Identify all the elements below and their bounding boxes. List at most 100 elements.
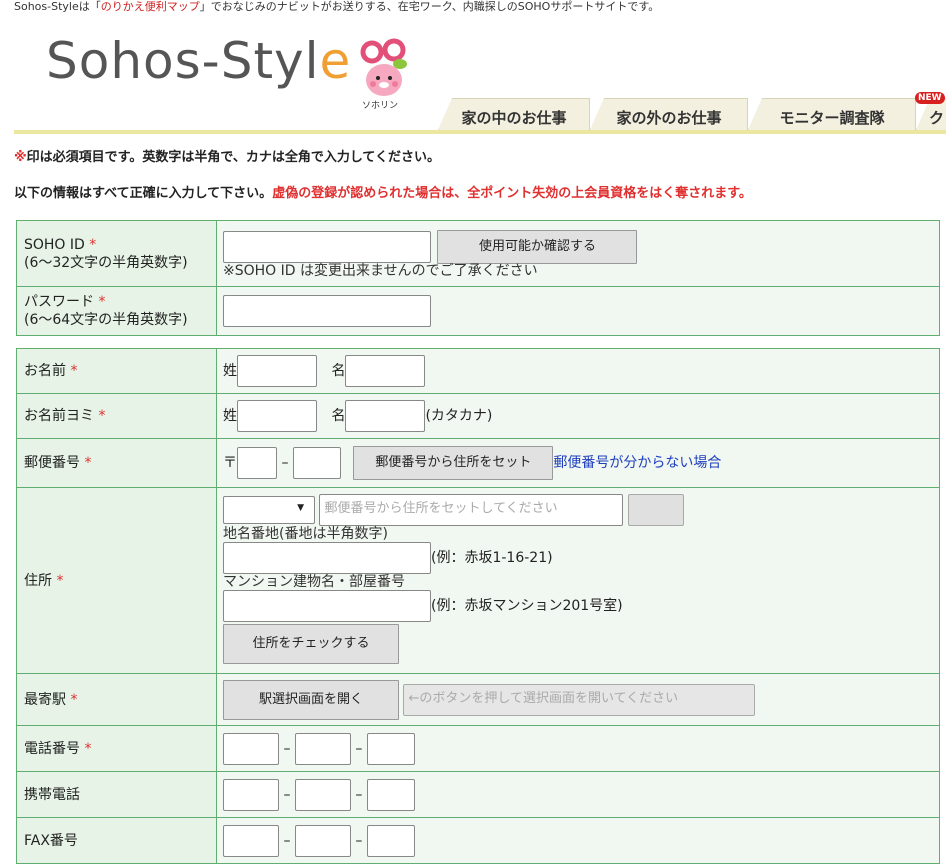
field-label: お名前ヨミ	[24, 408, 94, 424]
name-kana-label: お名前ヨミ *	[16, 393, 217, 439]
fax-label: FAX番号	[16, 817, 217, 864]
new-badge: NEW	[915, 92, 945, 104]
required-star: *	[98, 294, 106, 310]
password-cell	[216, 286, 940, 336]
name-kana-cell: 姓 名 (カタカナ)	[216, 393, 940, 439]
phone-label: 電話番号 *	[16, 725, 217, 772]
fax-part3-input[interactable]	[366, 824, 415, 857]
field-label: お名前	[24, 363, 66, 379]
phone-cell: – –	[216, 725, 940, 772]
postal-label: 郵便番号 *	[16, 438, 217, 488]
dash: –	[281, 455, 289, 471]
postal-code-first-input[interactable]	[237, 447, 277, 479]
warning-text: 虚偽の登録が認められた場合は、全ポイント失効の上会員資格をはく奪されます。	[272, 186, 752, 201]
mei-label: 名	[331, 408, 346, 424]
required-star: *	[56, 572, 64, 589]
station-field: ←のボタンを押して選択画面を開いてください	[403, 683, 756, 716]
first-name-input[interactable]	[345, 355, 426, 387]
dash: –	[283, 832, 291, 849]
field-hint: (6～64文字の半角英数字)	[24, 312, 188, 328]
postal-cell: 〒 – 郵便番号から住所をセット 郵便番号が分からない場合	[216, 438, 940, 488]
required-mark: ※	[14, 150, 27, 165]
first-name-kana-input[interactable]	[345, 400, 426, 432]
address-autofill-field: 郵便番号から住所をセットしてください	[319, 494, 624, 526]
chevron-down-icon: ▼	[297, 503, 304, 513]
postal-code-second-input[interactable]	[292, 447, 341, 479]
station-placeholder: ←のボタンを押して選択画面を開いてください	[408, 690, 679, 706]
fax-part2-input[interactable]	[294, 824, 351, 857]
city-select[interactable]	[627, 494, 684, 526]
norikae-map-link[interactable]: のりかえ便利マップ	[101, 0, 200, 13]
mobile-label: 携帯電話	[16, 771, 217, 818]
soho-id-row: SOHO ID * (6～32文字の半角英数字) 使用可能か確認する ※SOHO…	[16, 220, 940, 287]
phone-part2-input[interactable]	[294, 732, 351, 765]
prefecture-select[interactable]: ▼	[223, 496, 315, 524]
dash: –	[355, 740, 363, 757]
phone-part3-input[interactable]	[366, 732, 415, 765]
tab-outside-work[interactable]: 家の外のお仕事	[590, 98, 748, 130]
field-label: パスワード	[24, 294, 94, 310]
field-label: 電話番号	[24, 740, 80, 757]
field-label: 住所	[24, 572, 52, 589]
mei-label: 名	[331, 363, 346, 379]
site-logo[interactable]: Sohos-Style	[46, 36, 351, 86]
soho-id-label: SOHO ID * (6～32文字の半角英数字)	[16, 220, 217, 287]
password-input[interactable]	[223, 295, 431, 327]
postal-unknown-link[interactable]: 郵便番号が分からない場合	[553, 455, 721, 471]
last-name-kana-input[interactable]	[237, 400, 317, 432]
tagline-text: Sohos-Styleは「	[14, 0, 101, 13]
station-label: 最寄駅 *	[16, 673, 217, 726]
check-availability-button[interactable]: 使用可能か確認する	[437, 229, 638, 264]
fax-part1-input[interactable]	[223, 824, 279, 857]
required-star: *	[84, 740, 92, 757]
mobile-part2-input[interactable]	[294, 778, 351, 811]
tab-monitor-survey[interactable]: モニター調査隊	[748, 98, 916, 130]
phone-part1-input[interactable]	[223, 732, 279, 765]
postal-row: 郵便番号 * 〒 – 郵便番号から住所をセット 郵便番号が分からない場合	[16, 438, 940, 488]
postal-mark: 〒	[223, 455, 237, 471]
accuracy-note: 以下の情報はすべて正確に入力して下さい。虚偽の登録が認められた場合は、全ポイント…	[14, 182, 752, 201]
building-label: マンション建物名・部屋番号	[223, 574, 405, 590]
account-table: SOHO ID * (6～32文字の半角英数字) 使用可能か確認する ※SOHO…	[16, 220, 940, 336]
building-example: (例：赤坂マンション201号室)	[431, 598, 623, 614]
mobile-part3-input[interactable]	[366, 778, 415, 811]
katakana-hint: (カタカナ)	[425, 408, 493, 424]
set-address-from-postal-button[interactable]: 郵便番号から住所をセット	[353, 446, 554, 480]
required-star: *	[84, 455, 92, 471]
profile-table: お名前 * 姓 名 お名前ヨミ * 姓 名 (カタカナ) 郵便番号 * 〒 – 郵…	[16, 348, 940, 864]
name-row: お名前 * 姓 名	[16, 348, 940, 394]
dash: –	[283, 786, 291, 803]
address-placeholder: 郵便番号から住所をセットしてください	[324, 501, 558, 516]
street-input[interactable]	[223, 542, 431, 574]
required-star: *	[70, 691, 78, 708]
street-example: (例：赤坂1-16-21)	[431, 550, 553, 566]
field-hint: (6～32文字の半角英数字)	[24, 254, 188, 271]
dash: –	[355, 832, 363, 849]
logo-text: Sohos-Styl	[46, 32, 320, 90]
nav-underline	[14, 130, 946, 134]
tab-home-work[interactable]: 家の中のお仕事	[438, 98, 590, 130]
required-star: *	[89, 236, 97, 253]
street-label: 地名番地(番地は半角数字)	[223, 526, 388, 542]
main-nav: 家の中のお仕事 家の外のお仕事 モニター調査隊 ク	[430, 98, 946, 130]
soho-id-input[interactable]	[223, 230, 431, 263]
check-address-button[interactable]: 住所をチェックする	[223, 624, 399, 664]
address-label: 住所 *	[16, 487, 217, 674]
name-cell: 姓 名	[216, 348, 940, 394]
building-input[interactable]	[223, 590, 431, 622]
fax-row: FAX番号 – –	[16, 817, 940, 864]
required-star: *	[70, 363, 78, 379]
mobile-row: 携帯電話 – –	[16, 771, 940, 818]
open-station-select-button[interactable]: 駅選択画面を開く	[223, 679, 399, 720]
site-tagline: Sohos-Styleは「のりかえ便利マップ」でおなじみのナビットがお送りする、…	[14, 0, 659, 14]
required-note: ※印は必須項目です。英数字は半角で、カナは全角で入力してください。	[14, 146, 440, 165]
name-label: お名前 *	[16, 348, 217, 394]
mobile-part1-input[interactable]	[223, 778, 279, 811]
last-name-input[interactable]	[237, 355, 317, 387]
address-cell: ▼ 郵便番号から住所をセットしてください 地名番地(番地は半角数字) (例：赤坂…	[216, 487, 940, 674]
mascot-caption: ソホリン	[362, 101, 399, 111]
field-label: 郵便番号	[24, 455, 80, 471]
field-label: SOHO ID	[24, 236, 85, 253]
dash: –	[283, 740, 291, 757]
mobile-cell: – –	[216, 771, 940, 818]
